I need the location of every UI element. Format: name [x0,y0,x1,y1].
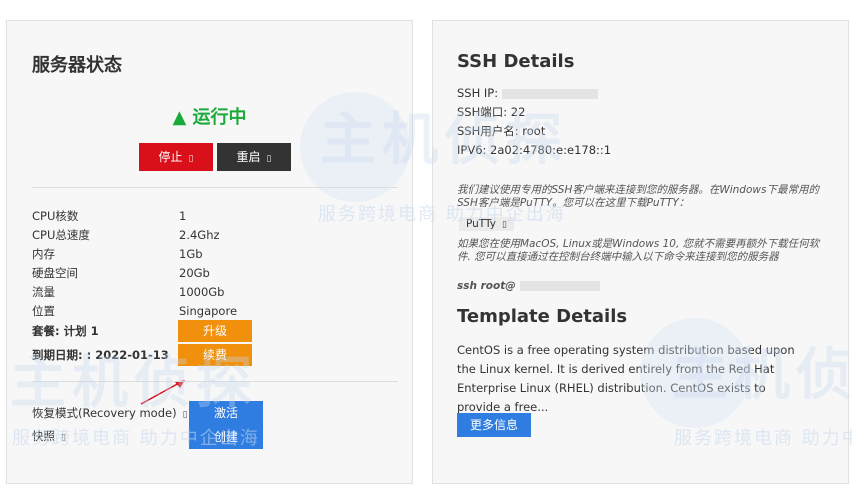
ssh-details-panel: SSH Details SSH IP: SSH端口: 22 SSH用户名: ro… [432,20,849,484]
template-details-title: Template Details [457,306,628,327]
spec-label: 流量 [32,285,55,299]
create-snapshot-button[interactable]: 创建 [189,425,263,449]
ssh-details-title: SSH Details [457,51,575,72]
stop-label: 停止 [158,150,183,164]
spec-value: Singapore [179,304,238,318]
spec-label: 位置 [32,304,55,318]
restart-label: 重启 [236,150,261,164]
divider [32,381,398,382]
renew-button[interactable]: 续费 [178,344,252,366]
terminal-note: 如果您在使用MacOS, Linux或是Windows 10, 您就不需要再额外… [457,238,820,263]
server-status-panel: 服务器状态 ▲ 运行中 停止 ▯ 重启 ▯ CPU核数 1 CPU总速度 2.4Ghz … [6,20,413,484]
ssh-command-text: ssh root@ [457,280,516,292]
spec-value: 1Gb [179,247,203,261]
spec-value: 1 [179,209,187,223]
ssh-client-note: 我们建议使用专用的SSH客户端来连接到您的服务器。在Windows下最常用的SS… [457,184,819,209]
putty-download-button[interactable]: PuTTy ▯ [459,217,514,231]
info-icon: ▯ [182,410,188,420]
external-link-icon: ▯ [502,220,507,230]
ssh-ipv6: IPV6: 2a02:4780:e:e178::1 [457,143,612,157]
upgrade-button[interactable]: 升级 [178,320,252,342]
redacted-host [519,281,600,291]
ssh-port: SSH端口: 22 [457,105,526,119]
ssh-ip-label: SSH IP: [457,86,499,100]
spec-label: CPU总速度 [32,228,90,242]
power-icon: ▯ [188,154,194,164]
snapshot-label: 快照 [32,429,55,443]
more-info-button[interactable]: 更多信息 [457,413,531,437]
template-description: CentOS is a free operating system distri… [457,343,795,414]
recovery-mode-label: 恢复模式(Recovery mode) [32,406,177,420]
ssh-ip-row: SSH IP: [457,84,599,103]
spec-value: 2.4Ghz [179,228,220,242]
server-status-title: 服务器状态 [32,55,122,76]
spec-value: 20Gb [179,266,210,280]
spec-value: 1000Gb [179,285,225,299]
divider [32,187,398,188]
spec-label: 内存 [32,247,55,261]
expiry-date: 到期日期: : 2022-01-13 [32,348,169,362]
stop-button[interactable]: 停止 ▯ [139,143,213,171]
redacted-ip [502,88,599,99]
ssh-command: ssh root@ [457,280,827,293]
ssh-user: SSH用户名: root [457,124,546,138]
restart-button[interactable]: 重启 ▯ [217,143,291,171]
spec-label: CPU核数 [32,209,79,223]
activate-recovery-button[interactable]: 激活 [189,401,263,425]
putty-label: PuTTy [466,218,497,230]
refresh-icon: ▯ [266,154,272,164]
info-icon: ▯ [61,433,66,443]
plan-label: 套餐: 计划 1 [32,324,99,338]
spec-label: 硬盘空间 [32,266,78,280]
status-running: ▲ 运行中 [172,107,247,128]
